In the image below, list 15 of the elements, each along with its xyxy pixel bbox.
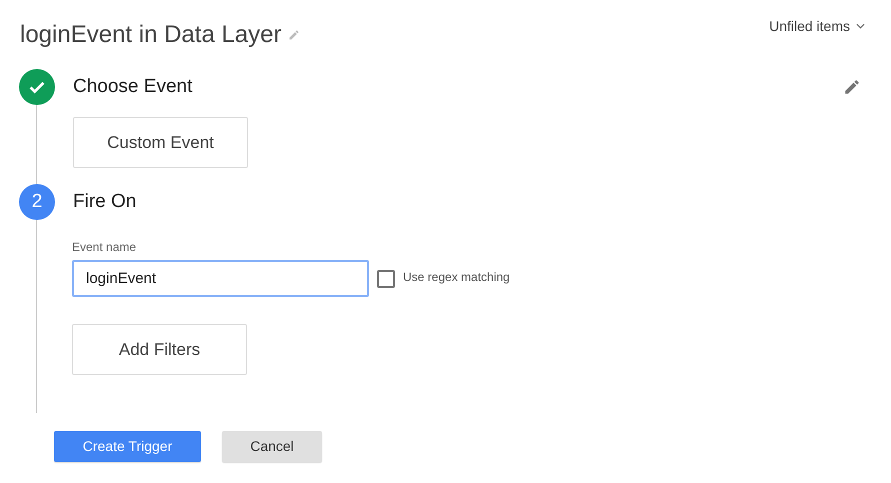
event-name-field[interactable]: loginEvent	[72, 260, 369, 297]
create-button[interactable]: Create Trigger	[54, 431, 201, 462]
step-title: Choose Event	[73, 74, 194, 99]
step-title: Fire On	[73, 190, 138, 214]
chevron-down-icon	[856, 23, 865, 29]
option-button[interactable]: Add Filters	[72, 324, 247, 375]
pencil-icon[interactable]	[843, 78, 861, 96]
checkbox[interactable]	[377, 270, 395, 288]
field-label: Event name	[72, 240, 138, 254]
cancel-button[interactable]: Cancel	[222, 431, 322, 462]
option-button[interactable]: Custom Event	[73, 117, 248, 168]
step-number: 2	[19, 184, 55, 220]
checkbox-label: Use regex matching	[403, 268, 510, 286]
trigger-title: loginEvent in Data Layer	[20, 20, 282, 50]
folder-dropdown[interactable]: Unfiled items	[769, 19, 865, 33]
